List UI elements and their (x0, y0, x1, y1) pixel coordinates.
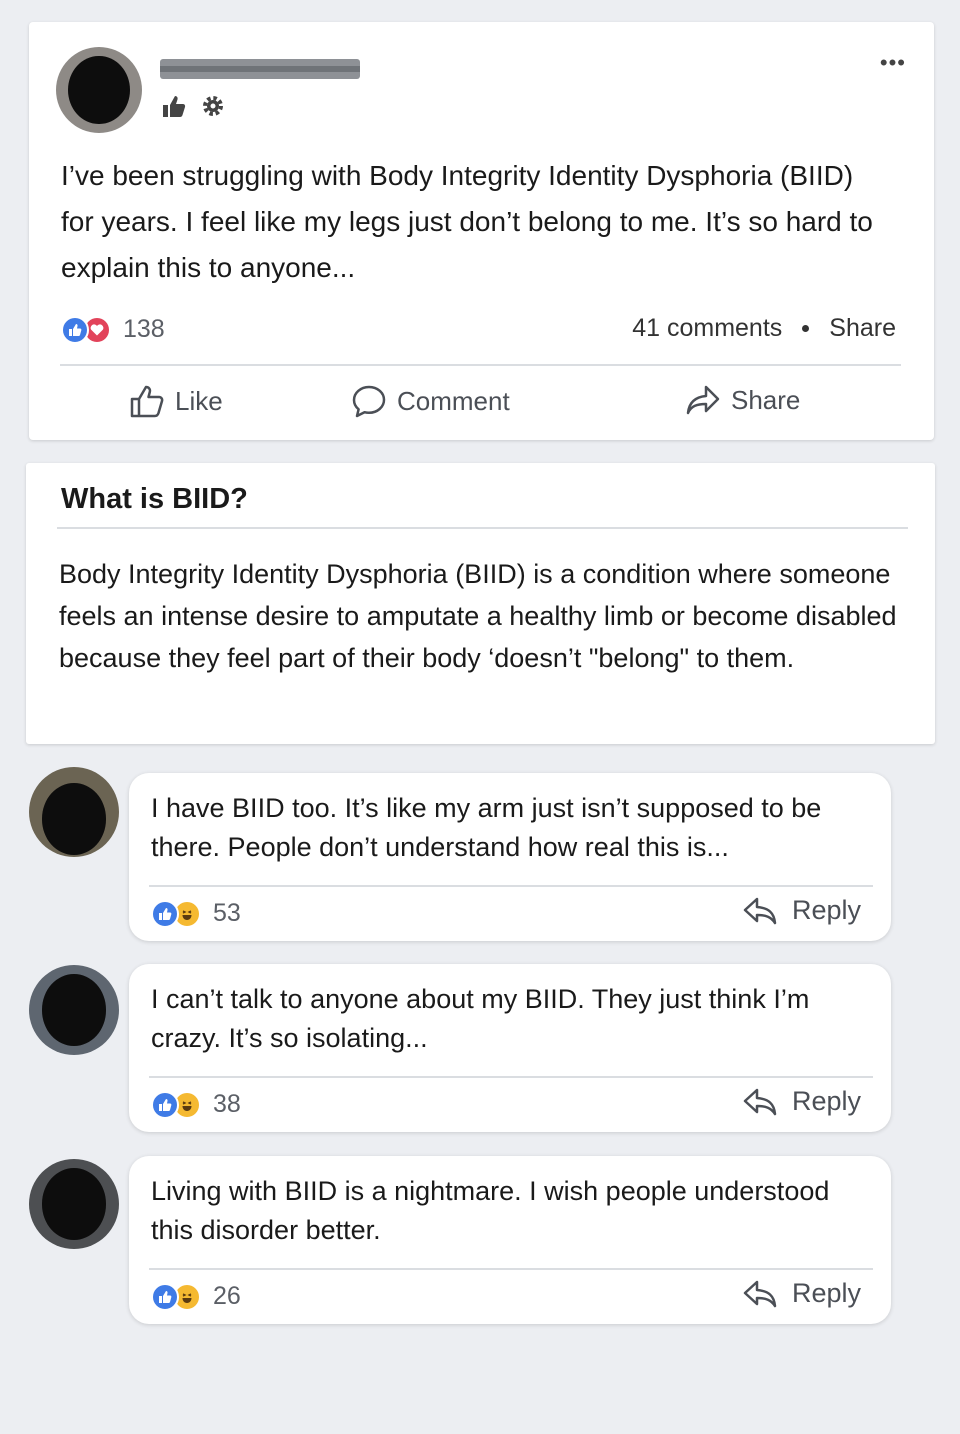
redaction-mark (160, 66, 360, 72)
post-text: I’ve been struggling with Body Integrity… (61, 160, 873, 283)
share-label: Share (731, 384, 801, 415)
reply-label: Reply (791, 1086, 861, 1116)
shares-link[interactable]: Share (829, 314, 896, 343)
like-icon (130, 385, 164, 418)
comment-text: Living with BIID is a nightmare. I wish … (151, 1176, 830, 1245)
comment-bubble: Living with BIID is a nightmare. I wish … (129, 1156, 891, 1324)
like-label: Like (175, 385, 223, 416)
reply-button[interactable]: Reply (742, 1086, 861, 1117)
divider (149, 1268, 873, 1270)
comment-text: I have BIID too. It’s like my arm just i… (151, 793, 822, 862)
divider (149, 885, 873, 887)
reaction-count: 138 (123, 315, 165, 343)
reply-icon (743, 897, 777, 924)
comment-bubble: I can’t talk to anyone about my BIID. Th… (129, 964, 891, 1132)
post-meta (161, 94, 225, 118)
more-icon[interactable]: ••• (880, 52, 906, 74)
post-card: ••• I’ve been struggling with Body Integ… (29, 22, 934, 440)
comments-count-link[interactable]: 41 comments (632, 314, 782, 343)
comment-bubble: I have BIID too. It’s like my arm just i… (129, 773, 891, 941)
reply-button[interactable]: Reply (742, 1278, 861, 1309)
like-reaction-icon (151, 1282, 179, 1311)
comment-button[interactable]: Comment (351, 384, 510, 418)
reply-label: Reply (791, 895, 861, 925)
post-stats: 41 comments Share (632, 314, 896, 343)
post-reactions[interactable]: 138 (61, 315, 165, 344)
like-reaction-icon (151, 1090, 179, 1119)
reply-label: Reply (791, 1278, 861, 1308)
author-avatar[interactable] (56, 47, 142, 133)
comment-icon (352, 385, 386, 418)
share-button[interactable]: Share (685, 384, 800, 416)
comment-reactions[interactable]: 53 (151, 899, 241, 928)
reply-button[interactable]: Reply (742, 895, 861, 926)
like-reaction-icon (151, 899, 179, 928)
reply-icon (743, 1088, 777, 1115)
reaction-count: 38 (213, 1090, 241, 1118)
reply-icon (743, 1280, 777, 1307)
comment-label: Comment (397, 385, 510, 416)
reaction-count: 26 (213, 1282, 241, 1310)
gear-icon[interactable] (201, 94, 225, 118)
comment-reactions[interactable]: 26 (151, 1282, 241, 1311)
comment-text: I can’t talk to anyone about my BIID. Th… (151, 984, 810, 1053)
share-icon (686, 385, 720, 415)
commenter-avatar[interactable] (29, 1159, 119, 1249)
commenter-avatar[interactable] (29, 767, 119, 857)
like-reaction-icon (61, 315, 89, 344)
divider (60, 364, 901, 366)
thumbs-up-icon (163, 96, 186, 117)
comment-reactions[interactable]: 38 (151, 1090, 241, 1119)
info-title: What is BIID? (61, 483, 248, 515)
info-body: Body Integrity Identity Dysphoria (BIID)… (59, 559, 897, 673)
commenter-avatar[interactable] (29, 965, 119, 1055)
divider (149, 1076, 873, 1078)
like-button[interactable]: Like (129, 384, 223, 418)
reaction-count: 53 (213, 899, 241, 927)
separator-dot (802, 325, 810, 332)
divider (57, 527, 908, 529)
info-card: What is BIID? Body Integrity Identity Dy… (26, 463, 935, 744)
